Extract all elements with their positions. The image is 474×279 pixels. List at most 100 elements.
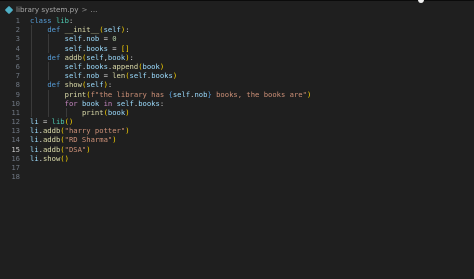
code-token: ) [172, 71, 178, 81]
code-token: : [68, 16, 74, 25]
code-text: for book in self.books: [30, 98, 165, 108]
code-line[interactable]: 8 def show(self): [0, 80, 474, 90]
code-token: addb [42, 126, 61, 136]
code-line[interactable]: 10 for book in self.books: [0, 98, 474, 108]
code-token: for [64, 98, 78, 108]
code-token: addb [64, 52, 82, 62]
python-file-icon [4, 5, 14, 14]
code-line[interactable]: 11 print(book) [0, 107, 474, 118]
code-text: li = lib() [30, 117, 73, 126]
code-line[interactable]: 1 class lib: [0, 16, 474, 25]
code-token: "RD Sharma" [64, 135, 113, 145]
code-token: books [86, 43, 108, 53]
code-text: li.addb("harry potter") [30, 126, 130, 135]
code-line[interactable]: 15 li.addb("DSA") [0, 145, 474, 154]
breadcrumb-separator: > [81, 5, 88, 14]
code-token: self [103, 25, 121, 35]
code-token: "DSA" [64, 144, 87, 154]
line-number: 18 [11, 172, 20, 182]
code-token: class [30, 16, 52, 25]
breadcrumb-trail[interactable]: ... [91, 5, 98, 14]
code-line[interactable]: 13 li.addb("harry potter") [0, 126, 474, 135]
code-line[interactable]: 16 li.show() [0, 154, 474, 163]
code-token: book [142, 61, 160, 71]
code-token: self [64, 43, 82, 53]
code-token: li [30, 153, 39, 163]
line-number: 12 [11, 117, 20, 127]
code-token: print [64, 89, 87, 99]
code-token: [] [120, 43, 130, 53]
code-token: = [38, 117, 52, 127]
code-line[interactable]: 12 li = lib() [0, 117, 474, 126]
code-line[interactable]: 2 def __init__(self): [0, 25, 474, 35]
window-top-border [0, 0, 474, 1]
code-editor[interactable]: library system.py > ... 1 class lib: 2 def… [0, 0, 474, 279]
code-line[interactable]: 17 [0, 163, 474, 172]
line-number: 1 [15, 16, 20, 25]
code-token: nob [86, 71, 100, 81]
code-token: = [99, 71, 113, 81]
code-token: : [129, 52, 134, 62]
code-token: books [151, 71, 173, 81]
code-token: addb [42, 144, 61, 154]
code-token: self [172, 89, 191, 99]
cursor-dot-icon [418, 0, 424, 3]
code-text: def __init__(self): [30, 25, 130, 35]
code-line[interactable]: 5 def addb(self,book): [0, 52, 474, 62]
code-token: li [30, 144, 39, 154]
code-token: print [81, 107, 104, 117]
code-token: def [47, 52, 61, 62]
code-token: self [86, 80, 104, 90]
line-number: 6 [15, 61, 20, 71]
code-line[interactable]: 18 [0, 172, 474, 181]
line-number: 7 [15, 71, 20, 81]
code-token: def [47, 80, 61, 90]
code-token: self [64, 61, 82, 71]
line-number: 17 [11, 163, 20, 172]
code-token: book [81, 98, 100, 108]
code-token: : [125, 25, 130, 35]
code-line[interactable]: 9 print(f"the library has {self.nob} boo… [0, 89, 474, 99]
code-line[interactable]: 4 self.books = [] [0, 43, 474, 53]
code-text: print(f"the library has {self.nob} books… [30, 89, 312, 99]
code-token: nob [86, 34, 100, 44]
line-number: 11 [11, 107, 20, 117]
code-token: "harry potter" [64, 126, 126, 136]
line-number: 14 [11, 135, 20, 145]
code-token: 0 [112, 34, 117, 44]
code-token: li [30, 135, 39, 145]
code-line[interactable]: 7 self.nob = len(self.books) [0, 71, 474, 81]
code-line[interactable]: 3 self.nob = 0 [0, 34, 474, 44]
code-token: () [64, 117, 74, 127]
code-token: books [86, 61, 108, 71]
code-text: self.books.append(book) [30, 61, 165, 71]
code-area[interactable]: 1 class lib: 2 def __init__(self): 3 self.n… [0, 16, 474, 181]
code-token: self [129, 71, 147, 81]
code-token: li [30, 126, 39, 136]
code-token: ) [112, 135, 117, 145]
line-number: 4 [15, 43, 20, 53]
code-text: def addb(self,book): [30, 53, 134, 62]
code-line[interactable]: 14 li.addb("RD Sharma") [0, 135, 474, 144]
line-number: 16 [11, 153, 20, 163]
code-token: = [99, 34, 113, 44]
code-text: self.nob = len(self.books) [30, 71, 178, 81]
code-token: addb [42, 135, 61, 145]
code-token: () [60, 153, 69, 163]
line-number: 5 [15, 52, 20, 62]
code-token: ) [125, 107, 130, 117]
line-number: 8 [15, 80, 20, 90]
breadcrumb-file[interactable]: library system.py [16, 5, 79, 14]
code-token: ) [159, 61, 165, 71]
code-text: self.books = [] [30, 44, 130, 53]
code-line[interactable]: 6 self.books.append(book) [0, 61, 474, 72]
code-token: = [107, 43, 121, 53]
code-token: in [103, 98, 113, 108]
